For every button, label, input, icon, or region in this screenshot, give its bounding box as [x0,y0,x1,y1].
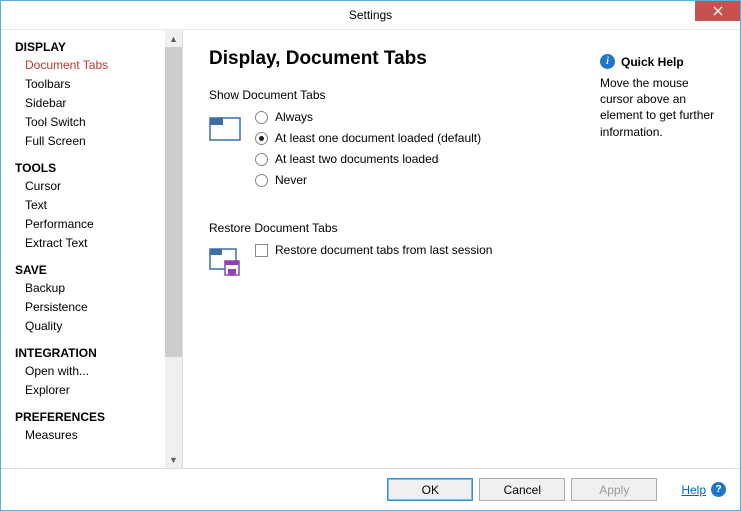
settings-window: Settings DISPLAY Document Tabs Toolbars … [0,0,741,511]
radio-icon [255,111,268,124]
sidebar-category-display[interactable]: DISPLAY [15,40,165,54]
restore-tabs-options: Restore document tabs from last session [255,241,492,257]
sidebar-item-backup[interactable]: Backup [15,279,165,298]
sidebar-item-tool-switch[interactable]: Tool Switch [15,113,165,132]
checkbox-icon [255,244,268,257]
sidebar-item-persistence[interactable]: Persistence [15,298,165,317]
sidebar-item-sidebar[interactable]: Sidebar [15,94,165,113]
show-tabs-options: Always At least one document loaded (def… [255,108,481,187]
sidebar-item-document-tabs[interactable]: Document Tabs [15,56,165,75]
quick-help-title-text: Quick Help [621,55,684,69]
sidebar-item-text[interactable]: Text [15,196,165,215]
checkbox-label: Restore document tabs from last session [275,243,492,257]
cancel-button[interactable]: Cancel [479,478,565,501]
footer: OK Cancel Apply Help ? [1,468,740,510]
group-show-tabs: Always At least one document loaded (def… [209,108,592,187]
quick-help-panel: i Quick Help Move the mouse cursor above… [592,48,722,458]
titlebar: Settings [1,1,740,30]
group-restore-tabs: Restore document tabs from last session [209,241,592,277]
sidebar-category-save[interactable]: SAVE [15,263,165,277]
info-icon: i [600,54,615,69]
close-button[interactable] [695,1,740,21]
sidebar-item-extract-text[interactable]: Extract Text [15,234,165,253]
quick-help-text: Move the mouse cursor above an element t… [600,75,722,140]
sidebar-item-cursor[interactable]: Cursor [15,177,165,196]
sidebar-item-quality[interactable]: Quality [15,317,165,336]
radio-always[interactable]: Always [255,110,481,124]
radio-at-least-one[interactable]: At least one document loaded (default) [255,131,481,145]
group-show-tabs-label: Show Document Tabs [209,88,592,102]
restore-tab-icon [209,245,241,277]
apply-button: Apply [571,478,657,501]
radio-icon [255,174,268,187]
sidebar-category-tools[interactable]: TOOLS [15,161,165,175]
quick-help-title: i Quick Help [600,54,722,69]
sidebar-item-explorer[interactable]: Explorer [15,381,165,400]
sidebar-item-open-with[interactable]: Open with... [15,362,165,381]
close-icon [713,6,723,16]
help-link-text: Help [681,483,706,497]
help-icon: ? [711,482,726,497]
sidebar-item-performance[interactable]: Performance [15,215,165,234]
radio-label: At least two documents loaded [275,152,438,166]
help-link[interactable]: Help ? [681,482,726,497]
ok-button[interactable]: OK [387,478,473,501]
main-panel: Display, Document Tabs Show Document Tab… [183,30,740,468]
sidebar-category-preferences[interactable]: PREFERENCES [15,410,165,424]
page-title: Display, Document Tabs [209,48,592,70]
document-tab-icon [209,112,241,144]
settings-content: Display, Document Tabs Show Document Tab… [209,48,592,458]
group-restore-tabs-label: Restore Document Tabs [209,221,592,235]
radio-label: At least one document loaded (default) [275,131,481,145]
sidebar-category-integration[interactable]: INTEGRATION [15,346,165,360]
sidebar-tree: DISPLAY Document Tabs Toolbars Sidebar T… [1,30,165,468]
radio-icon [255,132,268,145]
sidebar: DISPLAY Document Tabs Toolbars Sidebar T… [1,30,183,468]
sidebar-scrollbar[interactable]: ▲ ▼ [165,30,182,468]
sidebar-item-toolbars[interactable]: Toolbars [15,75,165,94]
radio-never[interactable]: Never [255,173,481,187]
sidebar-item-measures[interactable]: Measures [15,426,165,445]
radio-at-least-two[interactable]: At least two documents loaded [255,152,481,166]
scroll-up-arrow-icon[interactable]: ▲ [165,30,182,47]
radio-label: Always [275,110,313,124]
window-title: Settings [349,8,392,22]
radio-icon [255,153,268,166]
window-body: DISPLAY Document Tabs Toolbars Sidebar T… [1,30,740,468]
sidebar-item-full-screen[interactable]: Full Screen [15,132,165,151]
scroll-down-arrow-icon[interactable]: ▼ [165,451,182,468]
scroll-thumb[interactable] [165,47,182,357]
checkbox-restore-tabs[interactable]: Restore document tabs from last session [255,243,492,257]
radio-label: Never [275,173,307,187]
